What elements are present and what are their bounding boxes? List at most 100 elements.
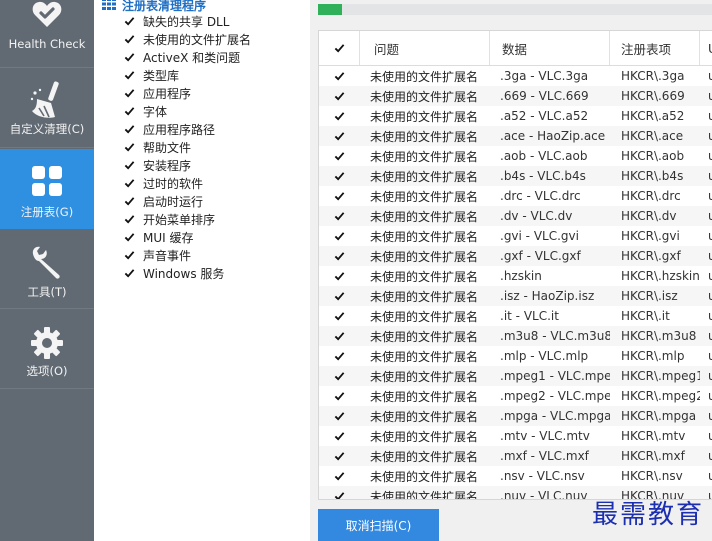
- tree-item[interactable]: 应用程序: [124, 84, 251, 102]
- row-checkbox[interactable]: [319, 386, 360, 406]
- table-row[interactable]: 未使用的文件扩展名 .mpga - VLC.mpga HKCR\.mpgau(: [319, 406, 712, 426]
- row-checkbox[interactable]: [319, 206, 360, 226]
- row-checkbox[interactable]: [319, 146, 360, 166]
- tree-item-label: ActiveX 和类问题: [143, 50, 241, 65]
- table-row[interactable]: 未使用的文件扩展名 .ace - HaoZip.ace HKCR\.ace u(: [319, 126, 712, 146]
- tree-item[interactable]: 声音事件: [124, 246, 251, 264]
- table-row[interactable]: 未使用的文件扩展名 .it - VLC.it HKCR\.it u(: [319, 306, 712, 326]
- table-row[interactable]: 未使用的文件扩展名 .mpeg1 - VLC.mpeg1 HKCR\.mpeg1u(: [319, 366, 712, 386]
- row-checkbox[interactable]: [319, 66, 360, 86]
- checkbox[interactable]: [124, 196, 135, 207]
- checkmark-icon: [334, 331, 345, 342]
- row-checkbox[interactable]: [319, 306, 360, 326]
- row-checkbox[interactable]: [319, 226, 360, 246]
- nav-item-custom-clean[interactable]: 自定义清理(C): [0, 68, 94, 148]
- tree-item[interactable]: MUI 缓存: [124, 228, 251, 246]
- row-checkbox[interactable]: [319, 246, 360, 266]
- checkmark-icon: [334, 491, 345, 499]
- checkbox[interactable]: [124, 142, 135, 153]
- row-checkbox[interactable]: [319, 126, 360, 146]
- checkbox[interactable]: [124, 52, 135, 63]
- tree-item[interactable]: 帮助文件: [124, 138, 251, 156]
- table-row[interactable]: 未使用的文件扩展名 .nsv - VLC.nsv HKCR\.nsv u(: [319, 466, 712, 486]
- cell-data: .mxf - VLC.mxf: [500, 449, 589, 463]
- tree-item[interactable]: 启动时运行: [124, 192, 251, 210]
- nav-item-registry[interactable]: 注册表(G): [0, 149, 94, 229]
- column-header-data[interactable]: 数据: [490, 31, 610, 65]
- row-checkbox[interactable]: [319, 186, 360, 206]
- table-row[interactable]: 未使用的文件扩展名 .aob - VLC.aob HKCR\.aob u(: [319, 146, 712, 166]
- cancel-scan-button[interactable]: 取消扫描(C): [318, 509, 439, 541]
- table-row[interactable]: 未使用的文件扩展名 .mlp - VLC.mlp HKCR\.mlp u(: [319, 346, 712, 366]
- row-checkbox[interactable]: [319, 166, 360, 186]
- tree-item[interactable]: 安装程序: [124, 156, 251, 174]
- row-checkbox[interactable]: [319, 346, 360, 366]
- nav-item-options[interactable]: 选项(O): [0, 309, 94, 389]
- nav-item-tools[interactable]: 工具(T): [0, 229, 94, 309]
- tree-item-label: 开始菜单排序: [143, 212, 216, 227]
- table-row[interactable]: 未使用的文件扩展名 .mpeg2 - VLC.mpeg2 HKCR\.mpeg2u(: [319, 386, 712, 406]
- table-row[interactable]: 未使用的文件扩展名 .m3u8 - VLC.m3u8 HKCR\.m3u8u(: [319, 326, 712, 346]
- checkbox[interactable]: [124, 124, 135, 135]
- cell-data: .isz - HaoZip.isz: [500, 289, 595, 303]
- row-checkbox[interactable]: [319, 406, 360, 426]
- tree-item-label: 类型库: [143, 68, 180, 83]
- tree-item[interactable]: 开始菜单排序: [124, 210, 251, 228]
- checkmark-icon: [334, 171, 345, 182]
- row-checkbox[interactable]: [319, 106, 360, 126]
- table-row[interactable]: 未使用的文件扩展名 .mtv - VLC.mtv HKCR\.mtv u(: [319, 426, 712, 446]
- row-checkbox[interactable]: [319, 466, 360, 486]
- column-header-registry-key[interactable]: 注册表项: [610, 31, 700, 65]
- row-checkbox[interactable]: [319, 326, 360, 346]
- checkbox[interactable]: [124, 232, 135, 243]
- table-row[interactable]: 未使用的文件扩展名 .669 - VLC.669 HKCR\.669 u(: [319, 86, 712, 106]
- checkbox[interactable]: [124, 70, 135, 81]
- checkbox[interactable]: [124, 268, 135, 279]
- checkbox[interactable]: [124, 88, 135, 99]
- tree-item[interactable]: Windows 服务: [124, 264, 251, 282]
- table-row[interactable]: 未使用的文件扩展名 .gxf - VLC.gxf HKCR\.gxf u(: [319, 246, 712, 266]
- tree-list: 缺失的共享 DLL 未使用的文件扩展名 ActiveX 和类问题 类型库 应用程序 字体应…: [124, 12, 251, 282]
- table-row[interactable]: 未使用的文件扩展名 .drc - VLC.drc HKCR\.drc u(: [319, 186, 712, 206]
- checkmark-icon: [334, 271, 345, 282]
- table-row[interactable]: 未使用的文件扩展名 .dv - VLC.dv HKCR\.dv u(: [319, 206, 712, 226]
- select-all-checkbox[interactable]: [319, 31, 360, 65]
- tree-item[interactable]: 未使用的文件扩展名: [124, 30, 251, 48]
- tree-item-label: 缺失的共享 DLL: [143, 14, 230, 29]
- tree-item[interactable]: 缺失的共享 DLL: [124, 12, 251, 30]
- tree-item[interactable]: 过时的软件: [124, 174, 251, 192]
- checkbox[interactable]: [124, 106, 135, 117]
- row-checkbox[interactable]: [319, 266, 360, 286]
- column-header-issue[interactable]: 问题: [360, 31, 490, 65]
- table-row[interactable]: 未使用的文件扩展名 .gvi - VLC.gvi HKCR\.gvi u(: [319, 226, 712, 246]
- wrench-icon: [0, 246, 94, 280]
- row-checkbox[interactable]: [319, 446, 360, 466]
- cell-data: .aob - VLC.aob: [500, 149, 588, 163]
- table-row[interactable]: 未使用的文件扩展名 .a52 - VLC.a52 HKCR\.a52 u(: [319, 106, 712, 126]
- checkbox[interactable]: [124, 214, 135, 225]
- row-checkbox[interactable]: [319, 286, 360, 306]
- column-header-u[interactable]: U: [700, 31, 712, 65]
- cell-registry-key: HKCR\.isz: [621, 289, 678, 303]
- row-checkbox[interactable]: [319, 366, 360, 386]
- table-row[interactable]: 未使用的文件扩展名 .hzskin HKCR\.hzskinu(: [319, 266, 712, 286]
- tree-item[interactable]: 应用程序路径: [124, 120, 251, 138]
- table-row[interactable]: 未使用的文件扩展名 .b4s - VLC.b4s HKCR\.b4s u(: [319, 166, 712, 186]
- checkbox[interactable]: [124, 16, 135, 27]
- checkbox[interactable]: [124, 160, 135, 171]
- tree-item-label: 过时的软件: [143, 176, 204, 191]
- table-row[interactable]: 未使用的文件扩展名 .mxf - VLC.mxf HKCR\.mxf u(: [319, 446, 712, 466]
- checkbox[interactable]: [124, 250, 135, 261]
- cell-extra: u(: [700, 206, 712, 226]
- table-row[interactable]: 未使用的文件扩展名 .isz - HaoZip.isz HKCR\.isz u(: [319, 286, 712, 306]
- tree-item[interactable]: 字体: [124, 102, 251, 120]
- row-checkbox[interactable]: [319, 86, 360, 106]
- tree-item[interactable]: 类型库: [124, 66, 251, 84]
- checkbox[interactable]: [124, 34, 135, 45]
- nav-item-health-check[interactable]: Health Check: [0, 0, 94, 68]
- checkbox[interactable]: [124, 178, 135, 189]
- row-checkbox[interactable]: [319, 486, 360, 499]
- tree-item[interactable]: ActiveX 和类问题: [124, 48, 251, 66]
- row-checkbox[interactable]: [319, 426, 360, 446]
- table-row[interactable]: 未使用的文件扩展名 .3ga - VLC.3ga HKCR\.3ga u(: [319, 66, 712, 86]
